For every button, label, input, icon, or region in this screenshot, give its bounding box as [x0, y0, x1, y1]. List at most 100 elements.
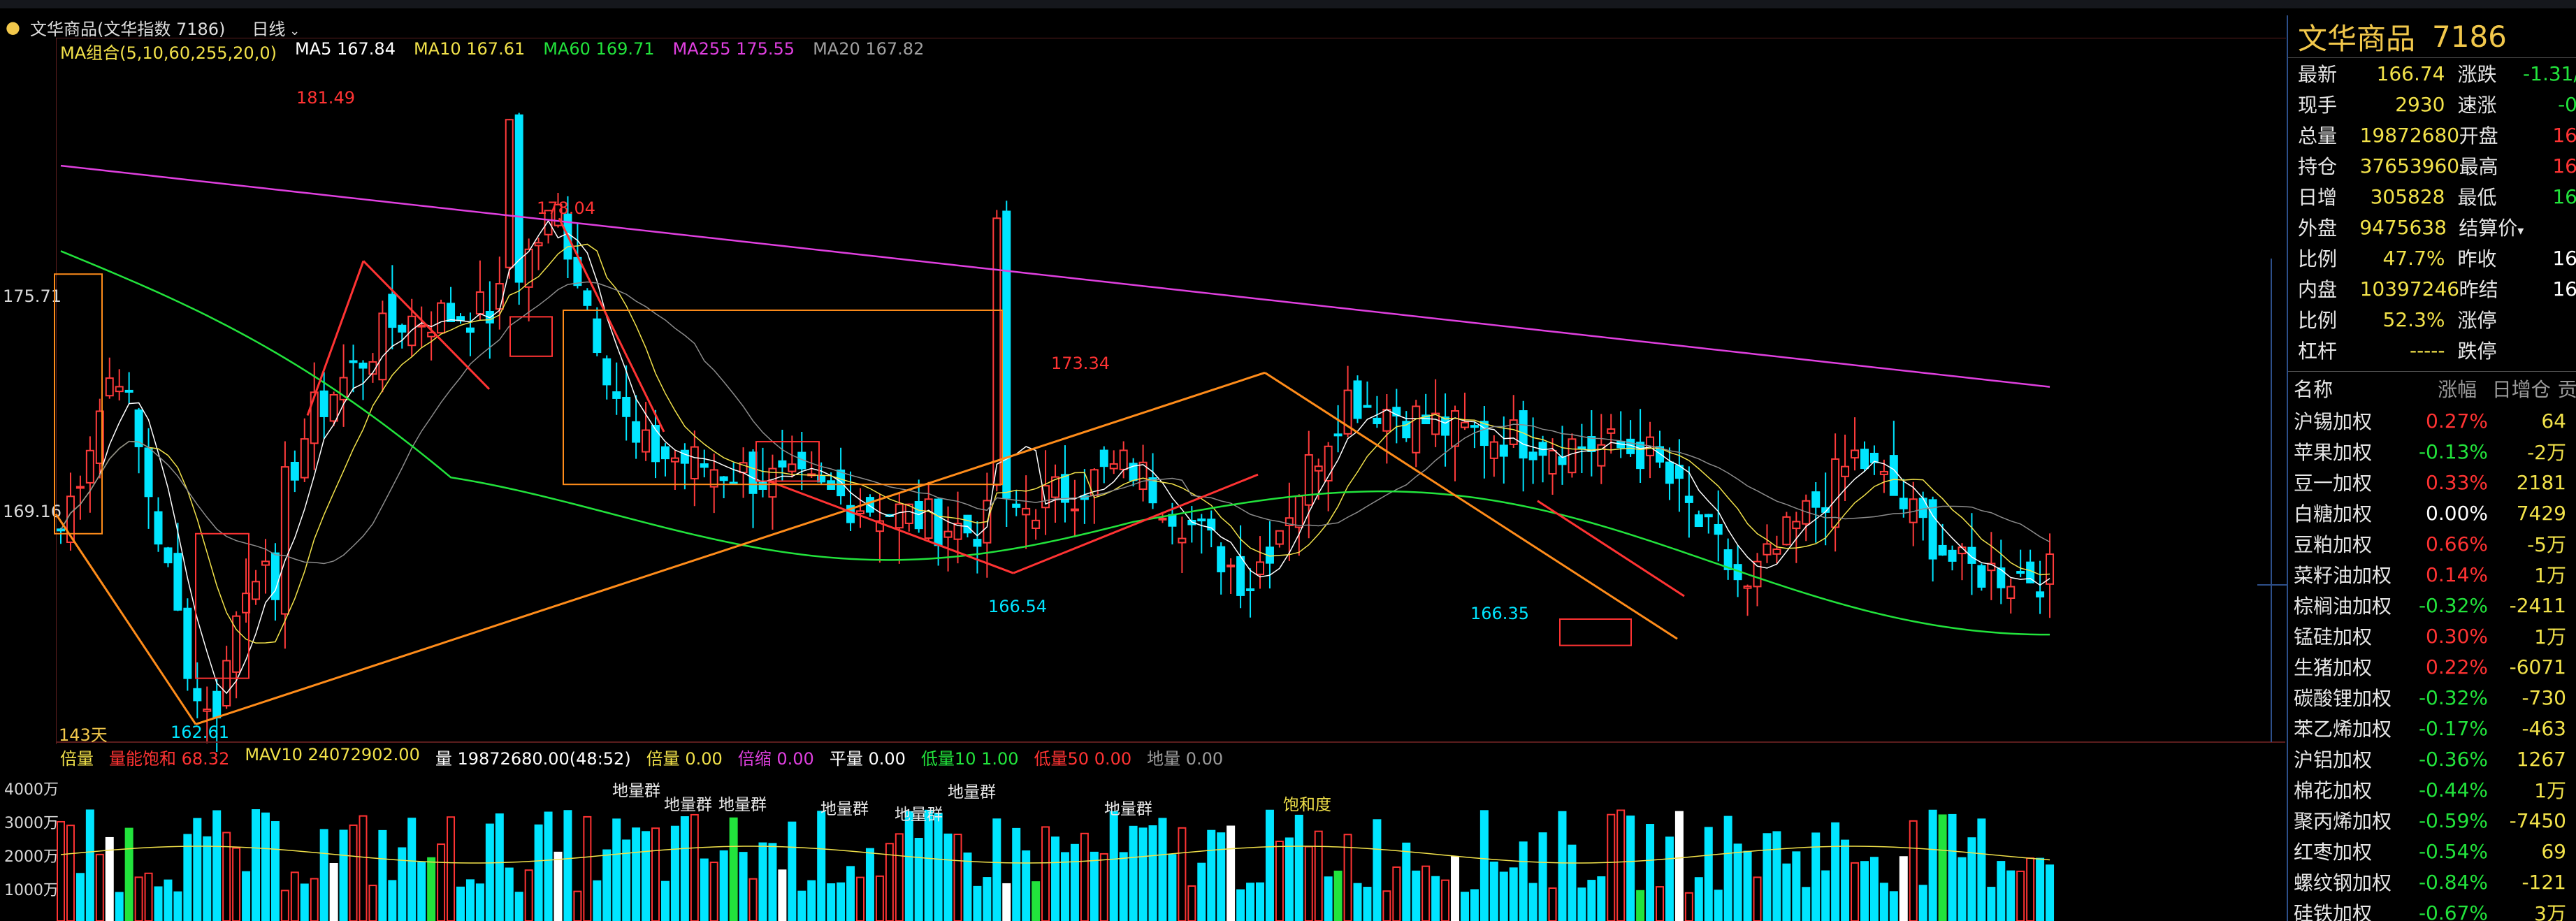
- candle-body: [1860, 449, 1869, 470]
- candle-body: [1753, 560, 1762, 588]
- oi-change: 3万: [2534, 902, 2566, 921]
- candle-body: [973, 539, 982, 547]
- quote-label: 总量: [2298, 124, 2338, 147]
- volume-bar: [1265, 809, 1274, 921]
- candle-body: [252, 581, 261, 600]
- watchlist-row[interactable]: 红枣加权 -0.54% 69: [2288, 836, 2576, 866]
- candle-body: [593, 318, 602, 354]
- candle-body: [895, 503, 904, 529]
- candle-body: [1577, 446, 1586, 449]
- candle-body: [1099, 449, 1108, 467]
- volume-legend-item[interactable]: 倍量: [60, 745, 94, 769]
- candle-body: [1022, 507, 1031, 516]
- volume-bar: [1704, 827, 1713, 921]
- change-percent: 0.27%: [2426, 409, 2488, 433]
- column-header-oi-change[interactable]: 日增仓: [2477, 375, 2551, 403]
- volume-bar: [768, 843, 777, 921]
- watchlist-row[interactable]: 沪铝加权 -0.36% 1267: [2288, 744, 2576, 774]
- volume-annotation: 地量群: [948, 783, 996, 802]
- candle-body: [778, 460, 787, 468]
- column-header-change[interactable]: 涨幅: [2399, 375, 2477, 403]
- volume-bar: [983, 877, 992, 921]
- volume-bar: [1489, 861, 1498, 921]
- column-header-name[interactable]: 名称: [2288, 375, 2399, 403]
- candle-body: [1451, 410, 1460, 447]
- candle-body: [1548, 449, 1557, 475]
- volume-bar: [1051, 836, 1060, 921]
- volume-bar: [837, 882, 846, 921]
- quote-value: 305828: [2370, 184, 2445, 208]
- watchlist-row[interactable]: 碳酸锂加权 -0.32% -730: [2288, 682, 2576, 713]
- volume-bar: [1479, 810, 1489, 921]
- candle-body: [378, 312, 387, 381]
- watchlist-row[interactable]: 苹果加权 -0.13% -2万: [2288, 436, 2576, 467]
- volume-bar: [632, 827, 641, 921]
- quote-panel-title: 文华商品 7186: [2288, 15, 2576, 58]
- watchlist-row[interactable]: 苯乙烯加权 -0.17% -463: [2288, 713, 2576, 744]
- candle-body: [943, 530, 953, 538]
- candle-body: [1948, 549, 1957, 562]
- volume-bar: [261, 812, 270, 921]
- volume-bar: [1012, 827, 1021, 921]
- watchlist-row[interactable]: 锰硅加权 0.30% 1万: [2288, 621, 2576, 651]
- quote-value: 166.74: [2376, 61, 2445, 85]
- volume-bar: [1656, 886, 1664, 921]
- watchlist-row[interactable]: 聚丙烯加权 -0.59% -7450: [2288, 805, 2576, 836]
- candle-body: [222, 660, 231, 706]
- volume-bar: [1256, 882, 1264, 921]
- change-percent: 0.33%: [2426, 470, 2488, 494]
- watchlist-row[interactable]: 棕榈油加权 -0.32% -2411: [2288, 590, 2576, 621]
- candle-body: [651, 425, 660, 463]
- candle-body: [729, 481, 738, 485]
- watchlist-row[interactable]: 菜籽油加权 0.14% 1万: [2288, 559, 2576, 590]
- quote-label[interactable]: 结算价▾: [2446, 213, 2524, 241]
- volume-bar: [2026, 857, 2035, 921]
- watchlist-row[interactable]: 沪锡加权 0.27% 64: [2288, 405, 2576, 436]
- candlestick-chart[interactable]: 181.49 178.04 173.34 162.61 166.54 166.35: [54, 63, 2285, 752]
- watchlist-row[interactable]: 豆粕加权 0.66% -5万: [2288, 528, 2576, 559]
- candle-body: [1178, 537, 1187, 544]
- watchlist-row[interactable]: 白糖加权 0.00% 7429: [2288, 498, 2576, 528]
- quote-row: 持仓 37653960 最高 16: [2288, 150, 2576, 181]
- quote-label: 外盘: [2298, 217, 2338, 240]
- pattern-box: [1559, 618, 1632, 646]
- quote-row: 日增 305828 最低 16: [2288, 181, 2576, 212]
- column-header-contribution[interactable]: 贡: [2551, 375, 2576, 403]
- volume-annotation: 地量群: [895, 806, 943, 824]
- volume-legend-item: 倍量 0.00: [646, 749, 723, 769]
- volume-bar: [1178, 827, 1187, 921]
- oi-change: 1万: [2534, 625, 2566, 648]
- volume-chart[interactable]: [56, 771, 2069, 921]
- trend-line: [1264, 372, 1678, 640]
- watchlist-row[interactable]: 豆一加权 0.33% 2181: [2288, 467, 2576, 498]
- period-selector[interactable]: 日线 ⌄: [252, 15, 300, 40]
- volume-bar: [1070, 843, 1079, 921]
- watchlist-row[interactable]: 生猪加权 0.22% -6071: [2288, 651, 2576, 682]
- volume-bar: [1197, 862, 1206, 921]
- volume-bar: [1958, 857, 1967, 921]
- watchlist-row[interactable]: 棉花加权 -0.44% 1万: [2288, 774, 2576, 805]
- change-percent: -0.32%: [2418, 686, 2488, 709]
- volume-bar: [602, 849, 612, 921]
- volume-legend-item: MAV10 24072902.00: [245, 745, 420, 764]
- watchlist-row[interactable]: 硅铁加权 -0.67% 3万: [2288, 897, 2576, 921]
- candle-body: [85, 449, 94, 484]
- watchlist-row[interactable]: 螺纹钢加权 -0.84% -121: [2288, 866, 2576, 897]
- volume-legend-item: 量能饱和 68.32: [109, 749, 230, 769]
- quote-label: 杠杆: [2298, 340, 2338, 363]
- candle-body: [173, 553, 182, 611]
- quote-row: 比例 47.7% 昨收 16: [2288, 242, 2576, 273]
- volume-bar: [563, 810, 572, 921]
- volume-bar: [456, 886, 465, 921]
- quote-label: 比例: [2298, 309, 2338, 332]
- candle-body: [1568, 438, 1577, 474]
- volume-bar: [1246, 883, 1255, 921]
- volume-bar: [1168, 854, 1177, 921]
- contract-name: 苯乙烯加权: [2294, 718, 2392, 741]
- candle-body: [992, 217, 1001, 486]
- volume-bar: [1587, 880, 1596, 921]
- candle-body: [1470, 425, 1479, 428]
- candle-body: [193, 688, 202, 702]
- volume-bar: [865, 848, 874, 921]
- volume-bar: [1509, 867, 1518, 921]
